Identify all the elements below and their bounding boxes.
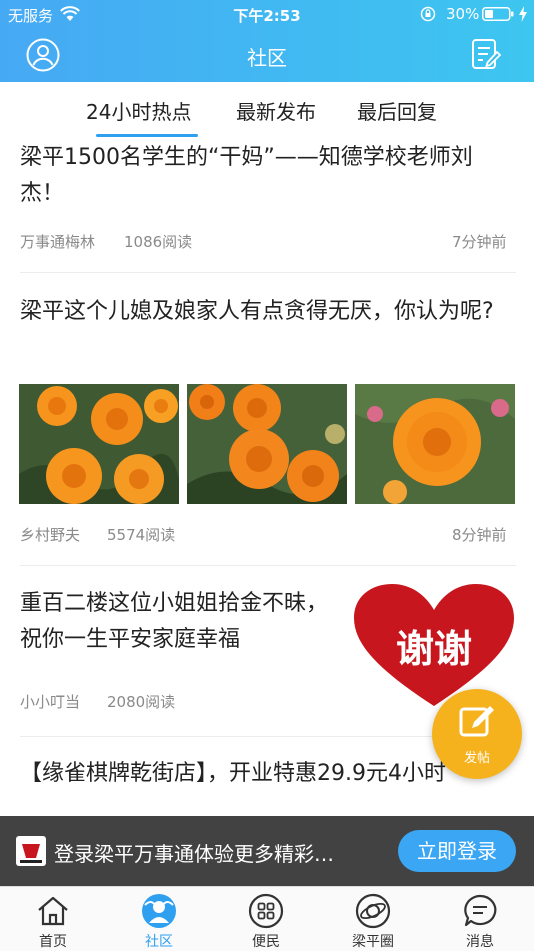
battery-icon [482, 7, 514, 21]
edit-icon [459, 706, 494, 737]
post-author: 万事通梅林 [20, 233, 96, 251]
post-image[interactable] [187, 384, 347, 504]
page-title: 社区 [247, 46, 287, 70]
tabbar-item-home[interactable]: 首页 [0, 887, 106, 951]
new-post-label: 发帖 [463, 751, 490, 766]
tabbar-item-circle[interactable]: 梁平圈 [320, 887, 426, 951]
tabbar-label: 社区 [145, 934, 173, 950]
post-reads: 1086阅读 [124, 233, 193, 251]
rotation-lock-icon [420, 6, 436, 22]
tabbar-label: 消息 [466, 934, 494, 950]
post-image[interactable] [19, 384, 179, 504]
post-reads: 5574阅读 [107, 526, 176, 544]
login-banner: 登录梁平万事通体验更多精彩… 立即登录 [0, 816, 534, 886]
post-author: 小小叮当 [20, 693, 81, 711]
post-time: 8分钟前 [452, 526, 507, 544]
new-post-button[interactable]: 发帖 [432, 689, 522, 779]
post-image[interactable] [355, 384, 515, 504]
home-icon [38, 896, 68, 926]
post-title[interactable]: 梁平1500名学生的“干妈”——知德学校老师刘杰！ [20, 140, 516, 212]
post-time: 7分钟前 [452, 233, 507, 251]
divider [20, 565, 516, 566]
tabbar-label: 梁平圈 [352, 934, 394, 950]
tabbar-label: 首页 [39, 934, 67, 950]
compose-icon[interactable] [470, 38, 502, 72]
post-author: 乡村野夫 [20, 526, 81, 544]
tab-last-reply[interactable]: 最后回复 [357, 96, 437, 125]
tabbar-item-community[interactable]: 社区 [106, 887, 212, 951]
post-thumbnail[interactable]: 谢谢 [352, 584, 516, 708]
post-reads: 2080阅读 [107, 693, 176, 711]
login-button[interactable]: 立即登录 [398, 830, 516, 872]
heart-thanks-image: 谢谢 [354, 584, 514, 706]
nav-bar: 社区 [0, 28, 534, 82]
tabbar-item-messages[interactable]: 消息 [427, 887, 533, 951]
post-title[interactable]: 重百二楼这位小姐姐拾金不昧，祝你一生平安家庭幸福 [20, 586, 330, 658]
community-icon [142, 894, 176, 928]
grid-icon [248, 893, 284, 929]
planet-icon [355, 893, 391, 929]
message-icon [464, 894, 497, 927]
tabbar-item-services[interactable]: 便民 [213, 887, 319, 951]
marigold-photo [355, 384, 515, 504]
tab-hot-24h[interactable]: 24小时热点 [86, 96, 191, 125]
charging-icon [519, 6, 527, 22]
marigold-photo [187, 384, 347, 504]
divider [20, 272, 516, 273]
active-tab-indicator [96, 134, 198, 137]
feed-tabs: 24小时热点 最新发布 最后回复 [0, 82, 534, 138]
marigold-photo [19, 384, 179, 504]
heart-text: 谢谢 [396, 627, 472, 671]
post-item[interactable]: 梁平这个儿媳及娘家人有点贪得无厌，你认为呢? [20, 294, 516, 330]
bottom-tab-bar: 首页 社区 便民 梁平圈 消息 [0, 886, 534, 951]
tab-latest[interactable]: 最新发布 [236, 96, 316, 125]
login-prompt: 登录梁平万事通体验更多精彩… [54, 842, 334, 866]
post-item[interactable]: 重百二楼这位小姐姐拾金不昧，祝你一生平安家庭幸福 [20, 586, 330, 658]
status-bar: 无服务 下午2:53 30% [0, 0, 534, 28]
app-logo [16, 836, 46, 866]
post-title[interactable]: 梁平这个儿媳及娘家人有点贪得无厌，你认为呢? [20, 294, 516, 330]
post-item[interactable]: 梁平1500名学生的“干妈”——知德学校老师刘杰！ [20, 140, 516, 212]
battery-percent: 30% [446, 5, 480, 23]
tabbar-label: 便民 [252, 934, 280, 950]
